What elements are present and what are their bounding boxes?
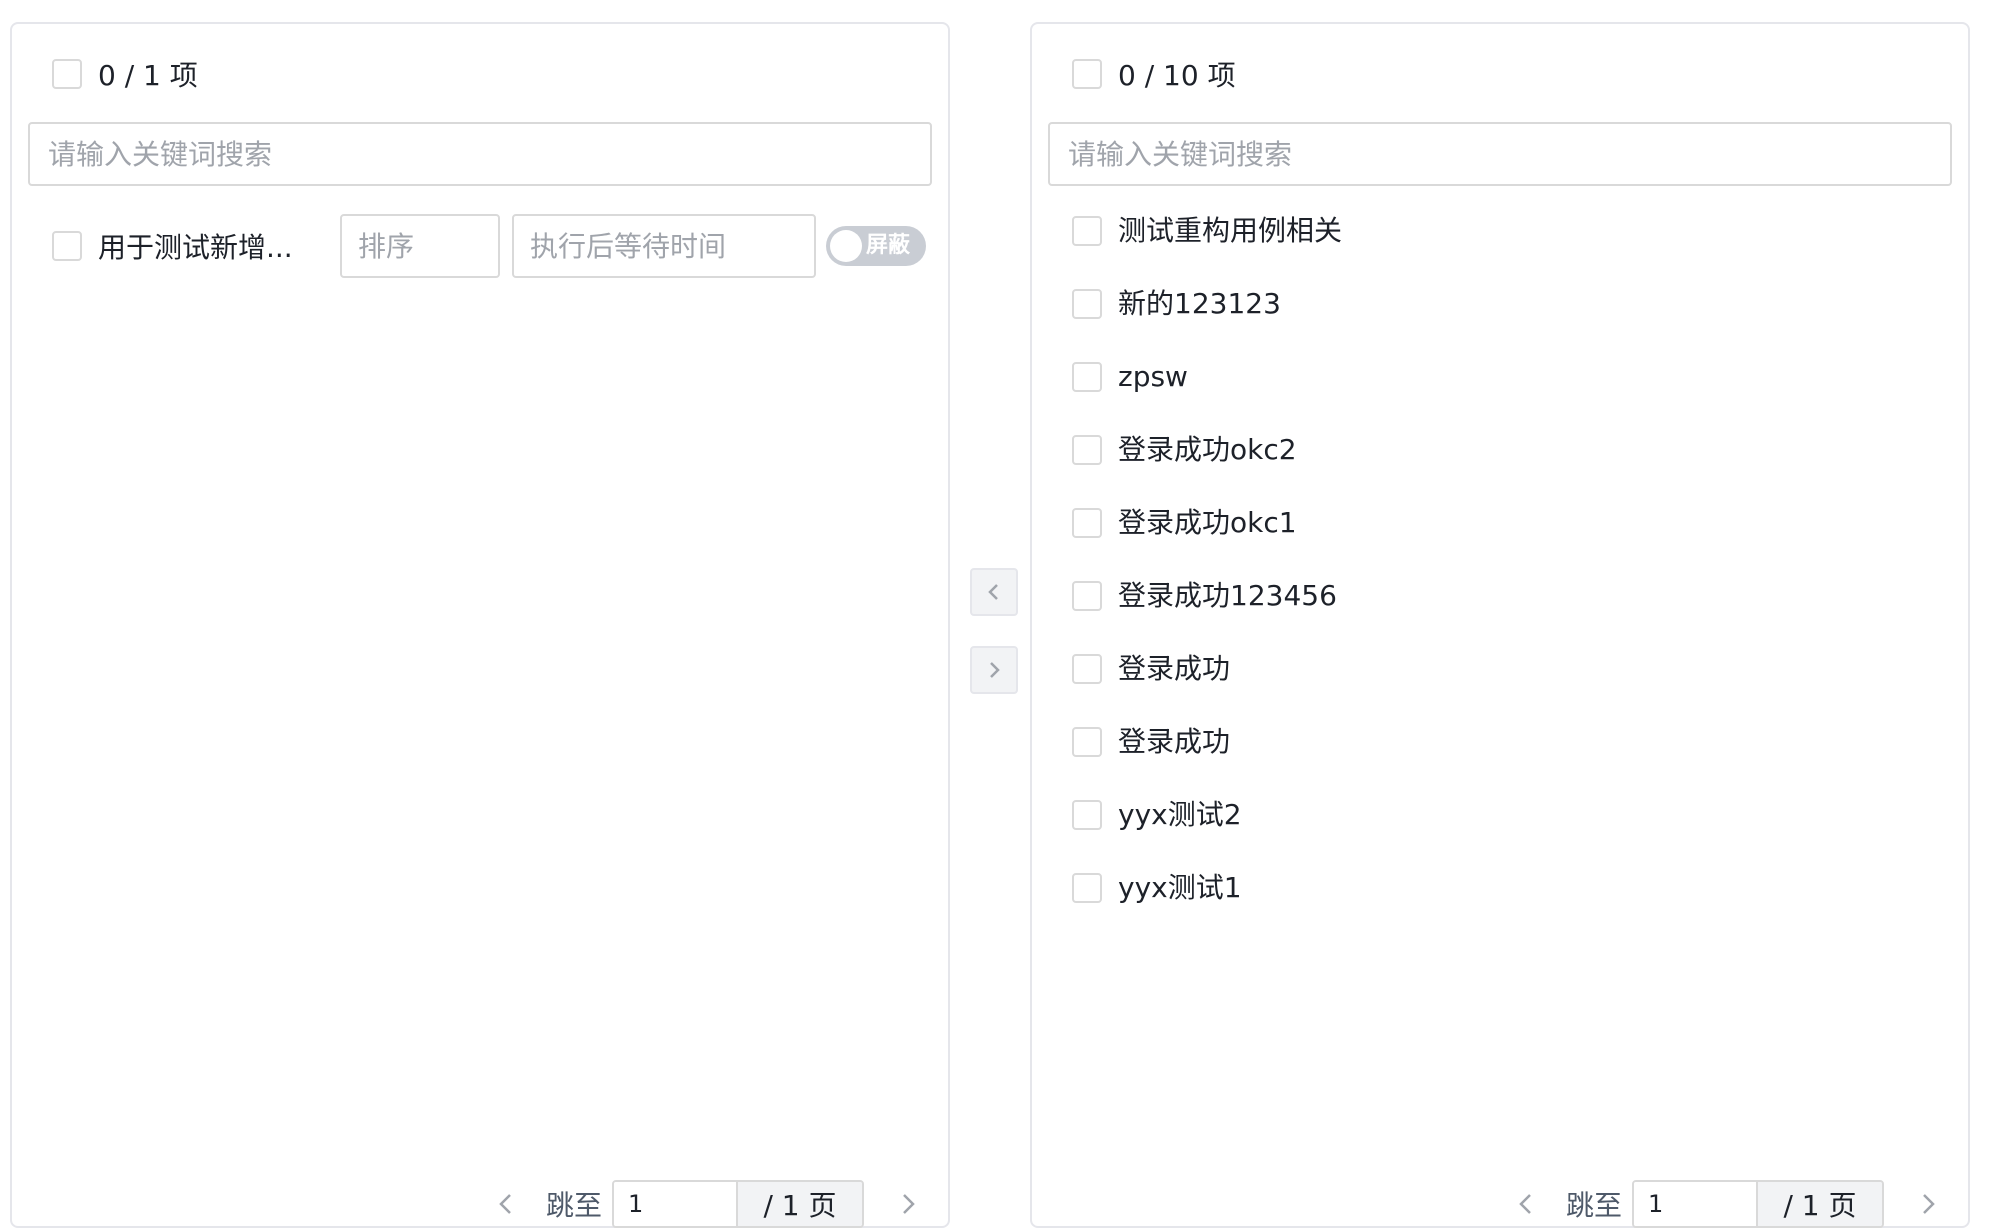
- item-checkbox[interactable]: [1072, 289, 1102, 319]
- toggle-label: 屏蔽: [866, 233, 911, 258]
- right-select-all-checkbox[interactable]: [1072, 59, 1102, 89]
- item-checkbox[interactable]: [1072, 654, 1102, 684]
- item-checkbox[interactable]: [1072, 581, 1102, 611]
- item-label: 登录成功: [1118, 725, 1231, 758]
- item-label: 登录成功okc2: [1118, 433, 1297, 466]
- chevron-right-icon: [990, 662, 1000, 678]
- page-jump-field: / 1 页: [612, 1180, 864, 1228]
- right-pagination: 跳至 / 1 页: [1506, 1180, 1948, 1228]
- item-label: 登录成功: [1118, 652, 1231, 685]
- chevron-right-icon[interactable]: [1908, 1184, 1948, 1224]
- item-checkbox[interactable]: [1072, 800, 1102, 830]
- list-item[interactable]: 登录成功okc2: [1072, 433, 1342, 506]
- left-pagination: 跳至 / 1 页: [486, 1180, 928, 1228]
- list-item[interactable]: 登录成功: [1072, 725, 1342, 798]
- list-item[interactable]: 测试重构用例相关: [1072, 214, 1342, 287]
- chevron-right-icon[interactable]: [888, 1184, 928, 1224]
- page-jump-field: / 1 页: [1632, 1180, 1884, 1228]
- item-checkbox[interactable]: [1072, 873, 1102, 903]
- page-number-input[interactable]: [1634, 1182, 1756, 1226]
- right-item-count: 0 / 10 项: [1118, 59, 1236, 92]
- wait-time-input[interactable]: [512, 214, 816, 278]
- chevron-left-icon[interactable]: [1506, 1184, 1546, 1224]
- chevron-left-icon[interactable]: [486, 1184, 526, 1224]
- item-checkbox[interactable]: [1072, 216, 1102, 246]
- item-checkbox[interactable]: [1072, 508, 1102, 538]
- item-checkbox[interactable]: [1072, 435, 1102, 465]
- list-item[interactable]: 登录成功123456: [1072, 579, 1342, 652]
- left-list-item: 用于测试新增... 屏蔽: [52, 214, 932, 278]
- jump-label: 跳至: [1565, 1189, 1622, 1222]
- total-pages: / 1 页: [736, 1182, 862, 1226]
- chevron-left-icon: [988, 584, 998, 600]
- right-item-list: 测试重构用例相关 新的123123 zpsw 登录成功okc2 登录成功okc1…: [1072, 214, 1342, 944]
- left-item-label: 用于测试新增...: [98, 231, 293, 264]
- left-item-count: 0 / 1 项: [98, 59, 198, 92]
- page-number-input[interactable]: [614, 1182, 736, 1226]
- move-to-right-button[interactable]: [970, 646, 1018, 694]
- list-item[interactable]: zpsw: [1072, 360, 1342, 433]
- mask-toggle[interactable]: 屏蔽: [826, 226, 926, 266]
- transfer-component: 0 / 1 项 用于测试新增... 屏蔽 跳至 / 1 页: [0, 0, 2002, 1228]
- right-transfer-panel: 0 / 10 项 测试重构用例相关 新的123123 zpsw 登录成功okc2…: [1030, 22, 1970, 1228]
- list-item[interactable]: 登录成功okc1: [1072, 506, 1342, 579]
- toggle-knob: [830, 230, 862, 262]
- list-item[interactable]: 新的123123: [1072, 287, 1342, 360]
- list-item[interactable]: yyx测试2: [1072, 798, 1342, 871]
- right-search-input[interactable]: [1048, 122, 1952, 186]
- item-checkbox[interactable]: [1072, 362, 1102, 392]
- item-label: 登录成功123456: [1118, 579, 1337, 612]
- list-item[interactable]: 登录成功: [1072, 652, 1342, 725]
- right-panel-header: 0 / 10 项: [1072, 56, 1236, 92]
- jump-label: 跳至: [545, 1189, 602, 1222]
- item-label: 登录成功okc1: [1118, 506, 1297, 539]
- left-panel-header: 0 / 1 项: [52, 56, 198, 92]
- item-label: zpsw: [1118, 360, 1188, 393]
- item-label: yyx测试2: [1118, 798, 1242, 831]
- item-checkbox[interactable]: [1072, 727, 1102, 757]
- move-to-left-button[interactable]: [970, 568, 1018, 616]
- item-label: 测试重构用例相关: [1118, 214, 1343, 247]
- item-label: 新的123123: [1118, 287, 1281, 320]
- sort-input[interactable]: [340, 214, 500, 278]
- left-search-input[interactable]: [28, 122, 932, 186]
- list-item[interactable]: yyx测试1: [1072, 871, 1342, 944]
- left-item-checkbox[interactable]: [52, 231, 82, 261]
- left-transfer-panel: 0 / 1 项 用于测试新增... 屏蔽 跳至 / 1 页: [10, 22, 950, 1228]
- item-label: yyx测试1: [1118, 871, 1242, 904]
- left-select-all-checkbox[interactable]: [52, 59, 82, 89]
- total-pages: / 1 页: [1756, 1182, 1882, 1226]
